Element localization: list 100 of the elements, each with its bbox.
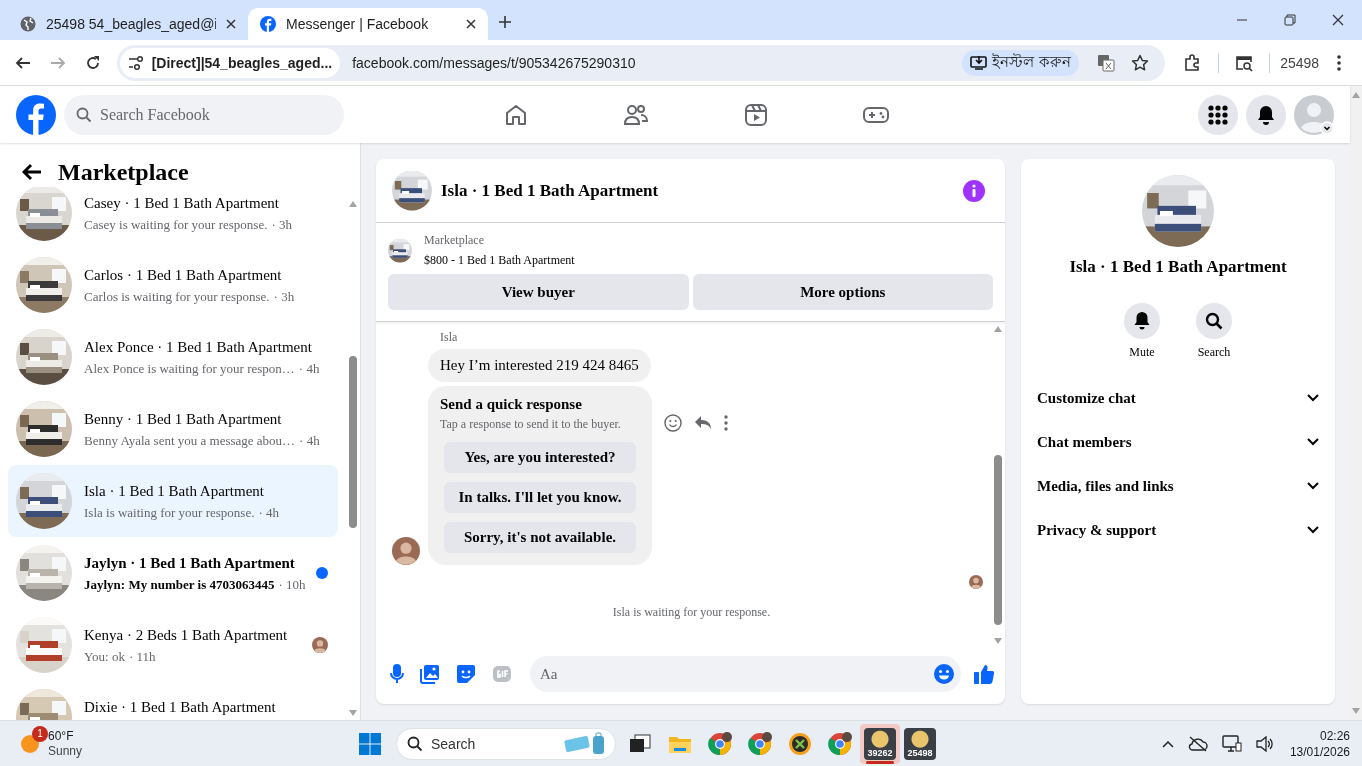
video-icon[interactable] xyxy=(744,102,768,127)
message-preview: Isla is waiting for your response. xyxy=(84,505,255,521)
timestamp: · 4h xyxy=(258,505,279,521)
quick-reply-button[interactable]: Yes, are you interested? xyxy=(444,442,636,473)
message-preview: Jaylyn: My number is 4703063445 xyxy=(84,577,275,593)
message-field[interactable]: Aa xyxy=(530,656,961,692)
conversation-title: Carlos · 1 Bed 1 Bath Apartment xyxy=(84,267,283,284)
task-view-icon xyxy=(629,733,651,754)
search-field[interactable]: Search xyxy=(396,727,616,760)
listing-title[interactable]: $800 - 1 Bed 1 Bath Apartment xyxy=(424,253,575,268)
action-button[interactable]: View buyer xyxy=(388,274,689,310)
install-button[interactable]: ইনস্টল করুন xyxy=(962,49,1079,76)
timestamp: · 4h xyxy=(299,433,320,449)
conversation-item[interactable]: Kenya · 2 Beds 1 Bath Apartment You: ok · 11h xyxy=(8,609,338,681)
round-button[interactable] xyxy=(1124,303,1160,339)
conversation-item[interactable]: Alex Ponce · 1 Bed 1 Bath Apartment Alex Ponce is waiting for your respon… · 4h xyxy=(8,321,338,393)
network-icon[interactable] xyxy=(1221,734,1242,753)
conversation-item[interactable]: Casey · 1 Bed 1 Bath Apartment Casey is waiting for your response. · 3h xyxy=(8,187,338,249)
translate-icon[interactable] xyxy=(1096,53,1115,72)
react-icon[interactable] xyxy=(664,414,682,432)
browser-icon xyxy=(708,731,732,756)
logo-icon[interactable] xyxy=(16,94,56,135)
seen-avatar xyxy=(969,575,983,589)
reload-icon[interactable] xyxy=(85,54,102,71)
round-button[interactable] xyxy=(1196,303,1232,339)
conversation-title: Isla · 1 Bed 1 Bath Apartment xyxy=(84,483,265,500)
back-icon[interactable] xyxy=(15,54,32,71)
start-icon[interactable] xyxy=(359,732,381,755)
search-icon xyxy=(1205,312,1223,330)
action-button[interactable]: More options xyxy=(692,274,993,310)
install-icon xyxy=(970,54,989,71)
restore-icon[interactable] xyxy=(1284,14,1296,26)
scroll-thumb[interactable] xyxy=(994,455,1002,625)
bell-icon xyxy=(1134,312,1150,330)
home-icon[interactable] xyxy=(504,102,528,127)
section-header[interactable]: Chat members xyxy=(1029,420,1327,464)
clock[interactable]: 02:26 13/01/2026 xyxy=(1289,727,1350,760)
section-header[interactable]: Customize chat xyxy=(1029,376,1327,420)
emoji-icon[interactable] xyxy=(933,663,955,685)
close-icon[interactable] xyxy=(226,19,236,29)
conversation-item[interactable]: Benny · 1 Bed 1 Bath Apartment Benny Ayala sent you a message abou… · 4h xyxy=(8,393,338,465)
sticker-icon[interactable] xyxy=(456,664,476,684)
back-arrow-icon[interactable] xyxy=(22,163,42,181)
timestamp: · 3h xyxy=(273,289,295,305)
tune-icon xyxy=(127,54,144,71)
notification-badge: 1 xyxy=(32,725,48,742)
browser-tab[interactable]: 25498 54_beagles_aged@i xyxy=(8,8,248,40)
quick-response-hint: Tap a response to send it to the buyer. xyxy=(440,417,622,432)
address-field[interactable]: facebook.com/messages/t/905342675290310 xyxy=(352,54,963,71)
browser-tab[interactable]: Messenger | Facebook xyxy=(248,8,488,40)
microphone-icon[interactable] xyxy=(390,664,404,684)
conversation-title: Jaylyn · 1 Bed 1 Bath Apartment xyxy=(84,555,296,572)
reply-icon[interactable] xyxy=(694,415,712,431)
globe-icon xyxy=(20,16,36,32)
scroll-thumb[interactable] xyxy=(349,356,357,528)
profile-button[interactable]: 25498 xyxy=(1280,54,1320,71)
browser-icon xyxy=(748,731,772,756)
tab-search-icon[interactable] xyxy=(1234,53,1253,72)
search-field[interactable]: Search Facebook xyxy=(64,94,344,135)
message-bubble: Hey I’m interested 219 424 8465 xyxy=(428,349,651,382)
gaming-icon[interactable] xyxy=(863,104,889,125)
app-icon xyxy=(788,731,812,756)
timestamp: · 10h xyxy=(278,577,306,593)
conversation-item[interactable]: Jaylyn · 1 Bed 1 Bath Apartment Jaylyn: My number is 4703063445 · 10h xyxy=(8,537,338,609)
conversation-item[interactable]: Carlos · 1 Bed 1 Bath Apartment Carlos is waiting for your response. · 3h xyxy=(8,249,338,321)
message-preview: Carlos is waiting for your response. xyxy=(84,289,270,305)
section-header[interactable]: Privacy & support xyxy=(1029,508,1327,552)
site-info-chip[interactable]: [Direct]|54_beagles_aged... xyxy=(119,47,341,78)
conversation-item[interactable]: Isla · 1 Bed 1 Bath Apartment Isla is waiting for your response. · 4h xyxy=(8,465,338,537)
chat-title: Isla · 1 Bed 1 Bath Apartment xyxy=(1069,257,1287,277)
quick-reply-button[interactable]: In talks. I'll let you know. xyxy=(444,482,636,513)
friends-icon[interactable] xyxy=(623,102,649,127)
temperature: 60°F xyxy=(48,728,75,744)
star-icon[interactable] xyxy=(1130,53,1149,72)
browser-icon xyxy=(828,731,852,756)
new-tab-icon[interactable] xyxy=(498,15,512,29)
close-icon[interactable] xyxy=(1332,14,1344,26)
info-icon[interactable] xyxy=(963,179,985,202)
volume-icon[interactable] xyxy=(1255,735,1274,752)
message-preview: You: ok xyxy=(84,649,125,665)
extensions-icon[interactable] xyxy=(1183,53,1202,72)
notifications-icon[interactable] xyxy=(1256,104,1276,125)
cloud-off-icon[interactable] xyxy=(1187,735,1208,752)
apps-grid-icon[interactable] xyxy=(1208,104,1228,125)
page-title: Marketplace xyxy=(58,158,189,186)
quick-reply-button[interactable]: Sorry, it's not available. xyxy=(444,522,636,553)
conversation-title: Benny · 1 Bed 1 Bath Apartment xyxy=(84,411,283,428)
message-preview: Casey is waiting for your response. xyxy=(84,217,268,233)
quick-response-title: Send a quick response xyxy=(440,396,583,413)
chat-title: Isla · 1 Bed 1 Bath Apartment xyxy=(441,180,660,201)
more-icon[interactable] xyxy=(724,415,728,431)
section-header[interactable]: Media, files and links xyxy=(1029,464,1327,508)
menu-icon[interactable] xyxy=(1336,54,1341,71)
conversation-title: Casey · 1 Bed 1 Bath Apartment xyxy=(84,195,280,212)
close-icon[interactable] xyxy=(466,19,476,29)
like-icon[interactable] xyxy=(973,663,995,685)
timestamp: · 4h xyxy=(298,361,320,377)
timestamp: · 11h xyxy=(128,649,156,665)
chevron-up-icon[interactable] xyxy=(1161,739,1174,748)
photo-icon[interactable] xyxy=(420,664,440,684)
